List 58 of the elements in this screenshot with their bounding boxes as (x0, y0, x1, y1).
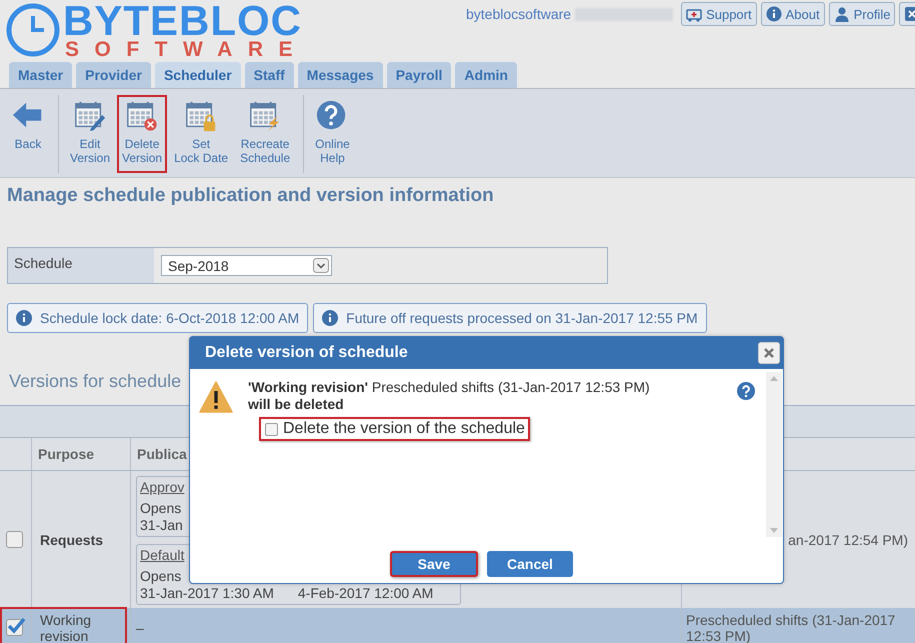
logo-title: BYTEBLOC (63, 2, 303, 40)
warning-icon (199, 381, 233, 413)
edit-button[interactable]: Edit Version (65, 95, 116, 173)
username: byteblocsoftware (466, 6, 572, 22)
row-checkbox[interactable] (6, 619, 23, 636)
module-tab[interactable]: Staff (244, 62, 294, 88)
section-heading: Versions for schedule (9, 371, 182, 393)
dropdown-caret-icon (313, 258, 329, 273)
calendar-delete-icon (125, 99, 160, 133)
scroll-down-arrow-icon[interactable] (770, 528, 778, 533)
module-tab[interactable]: Payroll (386, 62, 452, 88)
publication-link[interactable]: Approv (140, 478, 184, 496)
delete-checkbox[interactable]: Delete the version of the schedule (259, 417, 530, 441)
page-title: Manage schedule publication and version information (7, 185, 495, 207)
dialog-title: Delete version of schedule (205, 344, 408, 362)
help-button[interactable]: Online Help (310, 95, 355, 173)
note-text: Schedule lock date: 6-Oct-2018 12:00 AM (40, 310, 300, 326)
dialog-message: 'Working revision' Prescheduled shifts (31-Jan-2017 12:53 PM) will be deleted (248, 379, 651, 413)
row-checkbox[interactable] (6, 531, 23, 548)
calendar-pencil-icon (73, 99, 108, 133)
publication-text: Opens (140, 568, 182, 584)
profile-button[interactable]: Profile (828, 2, 896, 26)
info-icon (766, 6, 782, 22)
field-label: Schedule (8, 248, 154, 283)
table-cell: – (130, 608, 682, 643)
scroll-up-arrow-icon[interactable] (770, 376, 778, 381)
module-tab[interactable]: Messages (298, 62, 383, 88)
info-icon (322, 310, 338, 326)
module-tab[interactable]: Scheduler (154, 62, 241, 88)
publication-link[interactable]: Default (140, 546, 184, 564)
support-button[interactable]: Support (681, 2, 757, 26)
about-button[interactable]: About (760, 2, 825, 26)
save-button[interactable]: Save (390, 551, 478, 577)
publication-date: 31-Jan-2017 1:30 AM (140, 584, 274, 602)
lock-button[interactable]: Set Lock Date (169, 95, 234, 173)
close-button[interactable] (758, 342, 780, 364)
module-tab[interactable]: Provider (76, 62, 151, 88)
schedule-dropdown[interactable]: Sep-2018 (161, 255, 332, 276)
recreate-button[interactable]: Recreate Schedule (235, 95, 296, 173)
publication-text: Opens (140, 500, 182, 516)
module-tab[interactable]: Master (9, 62, 72, 88)
person-icon (834, 6, 850, 22)
close-icon (763, 347, 775, 359)
cancel-button[interactable]: Cancel (487, 551, 573, 577)
column-header: Purpose (32, 438, 130, 470)
back-button[interactable]: Back (6, 95, 50, 159)
info-icon (16, 310, 32, 326)
clock-icon (5, 2, 61, 58)
delete-button[interactable]: Delete Version (117, 95, 168, 173)
note-text: Future off requests processed on 31-Jan-2017 12:55 PM (346, 310, 698, 326)
publication-date: 4-Feb-2017 12:00 AM (298, 584, 434, 602)
module-tab[interactable]: Admin (455, 62, 517, 88)
table-cell: Working revision (32, 608, 130, 643)
logo-subtitle: SOFTWARE (65, 40, 308, 60)
help-icon (737, 382, 755, 400)
publication-text: 31-Jan (140, 516, 183, 534)
scrollbar[interactable] (766, 372, 782, 537)
table-cell: Requests (32, 470, 130, 608)
